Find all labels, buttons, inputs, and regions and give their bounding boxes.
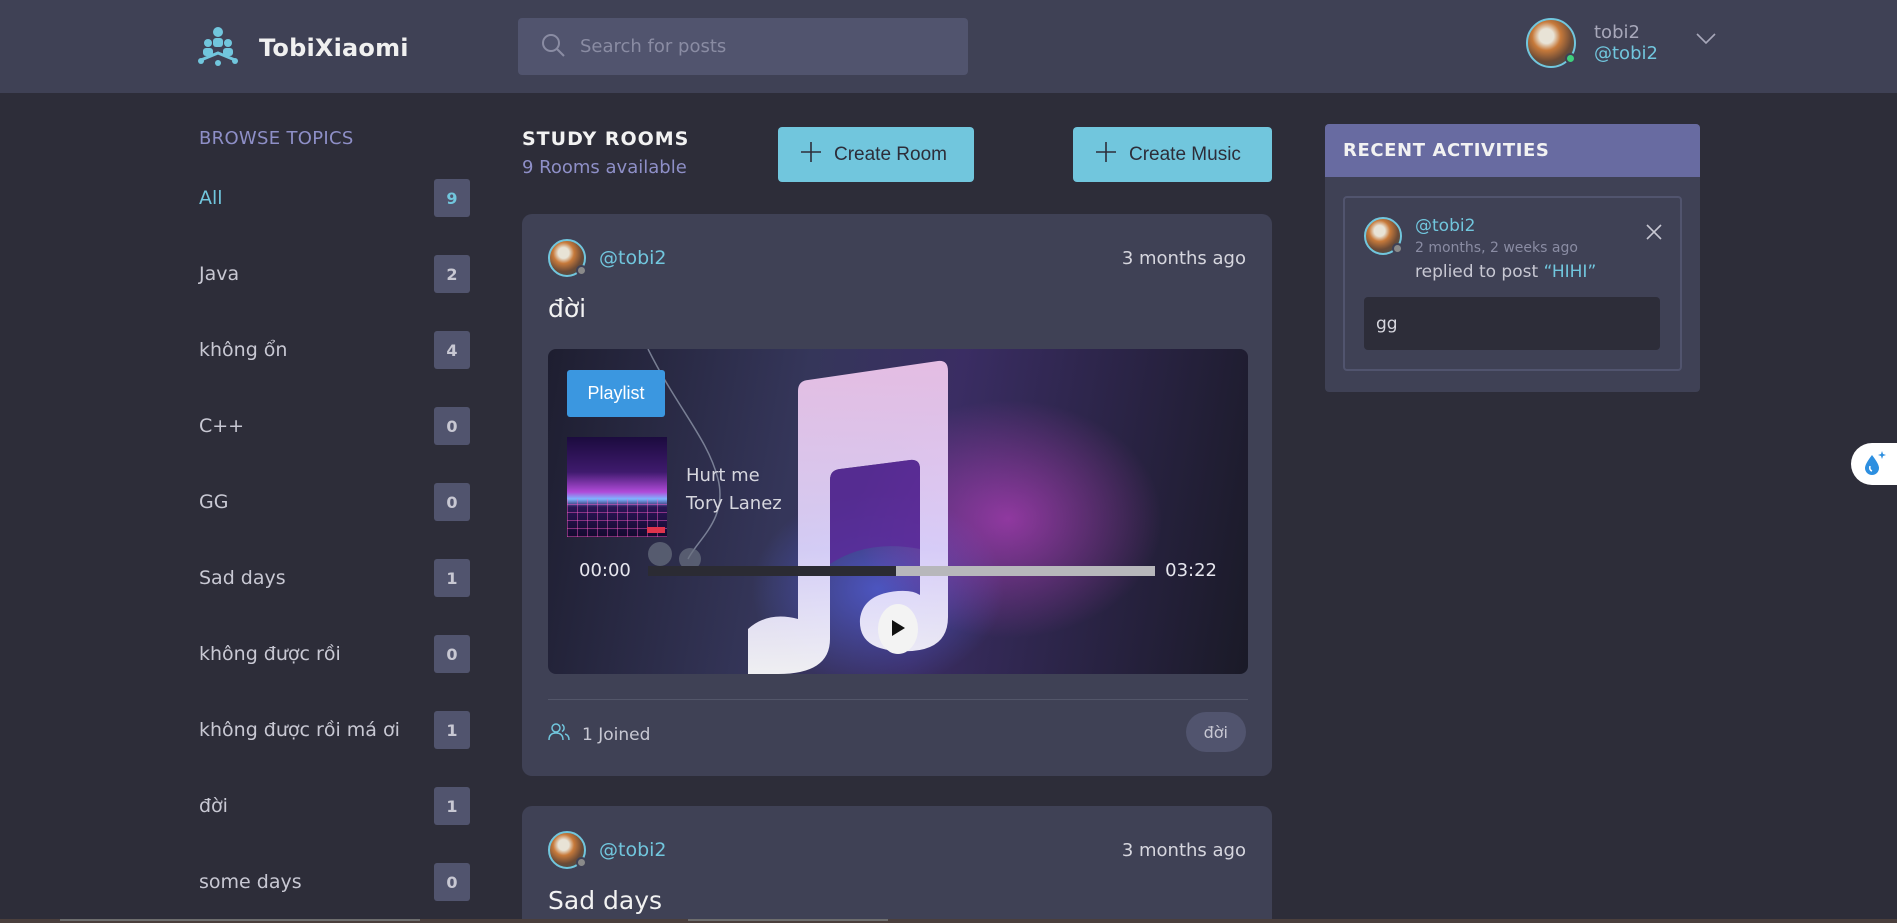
music-player: Playlist Hurt me Tory Lanez 00:00 03:22 [548, 349, 1248, 674]
topic-label: không được rồi [199, 643, 341, 665]
play-button[interactable] [878, 604, 918, 654]
create-music-button[interactable]: Create Music [1073, 127, 1272, 182]
app-name: TobiXiaomi [259, 34, 409, 62]
topic-count: 4 [434, 331, 470, 369]
topic-count: 1 [434, 711, 470, 749]
water-drop-sparkle-icon [1861, 449, 1889, 480]
create-room-button[interactable]: Create Room [778, 127, 974, 182]
topic-item-khong-duoc-roi-ma-oi[interactable]: không được rồi má ơi 1 [199, 710, 470, 750]
horizontal-scrollbar[interactable] [0, 919, 1897, 923]
plus-icon [1095, 141, 1117, 169]
topic-count: 1 [434, 559, 470, 597]
topic-label: đời [199, 795, 228, 817]
joined-label: 1 Joined [582, 724, 651, 745]
topic-count: 0 [434, 635, 470, 673]
activity-description: replied to post “HIHI” [1415, 262, 1596, 282]
activity-handle[interactable]: @tobi2 [1415, 216, 1475, 236]
topic-count: 9 [434, 179, 470, 217]
page-title: STUDY ROOMS [522, 128, 690, 150]
activity-avatar[interactable] [1364, 217, 1403, 255]
room-card: @tobi2 3 months ago đời Playlist Hurt me… [522, 214, 1272, 776]
topic-label: GG [199, 491, 229, 513]
topic-item-gg[interactable]: GG 0 [199, 482, 470, 522]
progress-bar-fill [648, 566, 897, 576]
topic-count: 0 [434, 407, 470, 445]
offline-status-dot [576, 857, 587, 868]
recent-activities-panel: RECENT ACTIVITIES @tobi2 2 months, 2 wee… [1325, 124, 1700, 392]
rooms-available-count: 9 Rooms available [522, 157, 687, 178]
room-topic-tag[interactable]: đời [1185, 712, 1246, 752]
topic-count: 0 [434, 863, 470, 901]
users-icon [548, 722, 570, 747]
topic-count: 1 [434, 787, 470, 825]
people-group-icon [197, 25, 239, 71]
topic-item-sad-days[interactable]: Sad days 1 [199, 558, 470, 598]
song-artist: Tory Lanez [686, 493, 782, 514]
floating-extension-button[interactable] [1851, 443, 1897, 485]
topic-label: some days [199, 871, 302, 893]
topic-label: không ổn [199, 339, 288, 361]
search-input[interactable] [580, 36, 960, 57]
topic-label: Sad days [199, 567, 286, 589]
host-avatar[interactable] [548, 239, 587, 277]
topic-item-all[interactable]: All 9 [199, 178, 470, 218]
topic-label: không được rồi má ơi [199, 719, 400, 741]
card-divider [548, 699, 1248, 700]
search-icon [540, 32, 566, 62]
progress-bar[interactable] [648, 566, 1155, 576]
room-card: @tobi2 3 months ago Sad days [522, 806, 1272, 923]
topic-label: C++ [199, 415, 245, 437]
topic-item-some-days[interactable]: some days 0 [199, 862, 470, 902]
topic-label: Java [199, 263, 240, 285]
activity-action: replied to post [1415, 262, 1539, 282]
current-time: 00:00 [579, 560, 631, 581]
host-handle[interactable]: @tobi2 [599, 839, 667, 861]
offline-status-dot [576, 265, 587, 276]
activity-time: 2 months, 2 weeks ago [1415, 240, 1578, 256]
user-handle: @tobi2 [1594, 43, 1658, 64]
topic-item-java[interactable]: Java 2 [199, 254, 470, 294]
online-status-dot [1565, 53, 1576, 64]
room-time: 3 months ago [1121, 248, 1246, 269]
user-menu[interactable]: tobi2 @tobi2 [1526, 18, 1716, 68]
recent-activities-title: RECENT ACTIVITIES [1325, 124, 1700, 177]
chevron-down-icon[interactable] [1696, 30, 1716, 49]
activity-reply: gg [1364, 297, 1660, 350]
create-room-label: Create Room [834, 143, 947, 165]
search-bar[interactable] [518, 18, 968, 75]
topic-item-doi[interactable]: đời 1 [199, 786, 470, 826]
play-icon [890, 619, 906, 640]
topic-item-khong-on[interactable]: không ổn 4 [199, 330, 470, 370]
topic-count: 0 [434, 483, 470, 521]
topic-count: 2 [434, 255, 470, 293]
user-name: tobi2 [1594, 22, 1640, 43]
activity-item: @tobi2 2 months, 2 weeks ago replied to … [1343, 196, 1682, 371]
song-title: Hurt me [686, 465, 760, 486]
plus-icon [800, 141, 822, 169]
host-handle[interactable]: @tobi2 [599, 247, 667, 269]
top-header: TobiXiaomi tobi2 @tobi2 [0, 0, 1897, 93]
activity-post-link[interactable]: “HIHI” [1544, 262, 1597, 282]
room-title[interactable]: đời [548, 294, 586, 323]
topic-item-cpp[interactable]: C++ 0 [199, 406, 470, 446]
create-music-label: Create Music [1129, 143, 1241, 165]
topic-item-khong-duoc-roi[interactable]: không được rồi 0 [199, 634, 470, 674]
duration: 03:22 [1165, 560, 1217, 581]
browse-topics-title: BROWSE TOPICS [199, 128, 354, 149]
room-title[interactable]: Sad days [548, 886, 662, 915]
scrollbar-thumb[interactable] [60, 919, 420, 921]
album-cover [567, 437, 667, 537]
offline-status-dot [1392, 243, 1403, 254]
joined-count: 1 Joined [548, 722, 650, 747]
app-logo[interactable]: TobiXiaomi [197, 25, 409, 71]
topic-label: All [199, 187, 223, 209]
user-avatar[interactable] [1526, 18, 1576, 68]
room-time: 3 months ago [1121, 840, 1246, 861]
close-icon[interactable] [1646, 224, 1662, 244]
scrollbar-thumb[interactable] [688, 919, 888, 921]
host-avatar[interactable] [548, 831, 587, 869]
playlist-button[interactable]: Playlist [567, 370, 665, 417]
